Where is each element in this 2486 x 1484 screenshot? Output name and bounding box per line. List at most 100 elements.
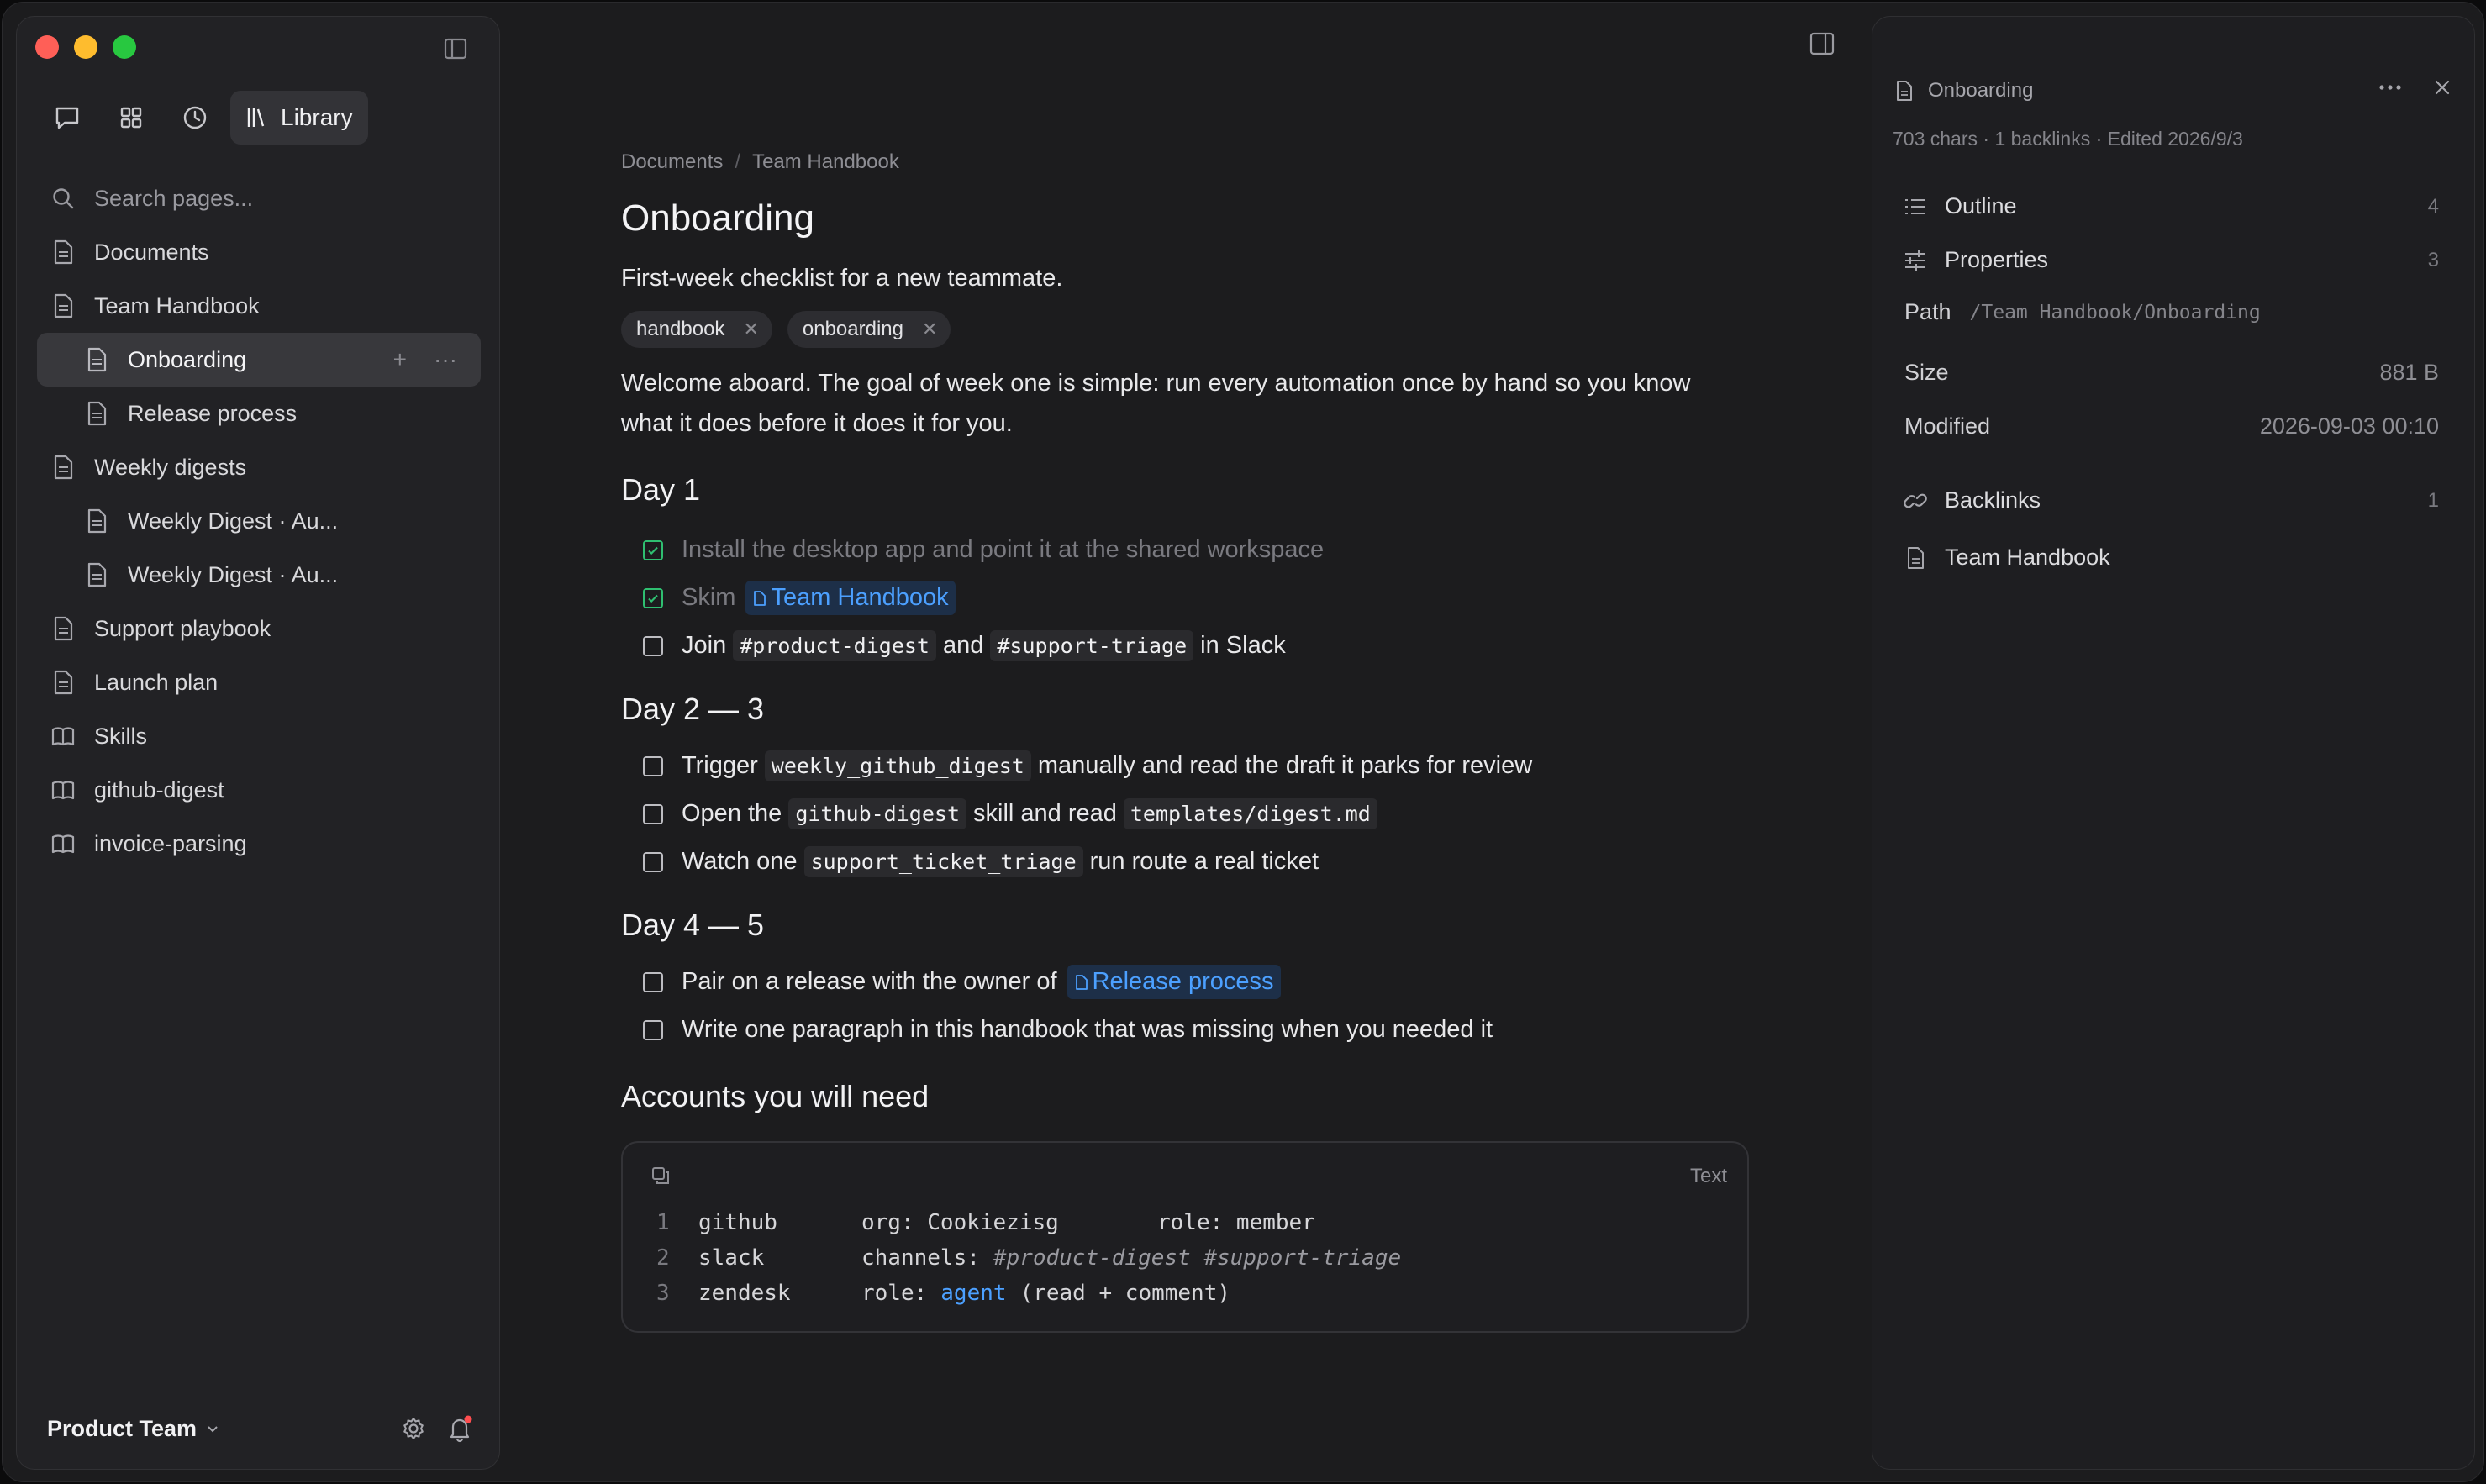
backlinks-section-header[interactable]: Backlinks 1 xyxy=(1903,487,2439,513)
history-icon[interactable] xyxy=(178,101,212,134)
sidebar-item-support-playbook[interactable]: Support playbook xyxy=(37,602,481,655)
property-value[interactable]: /Team Handbook/Onboarding xyxy=(1970,302,2261,324)
sidebar-item-weekly-digest-2[interactable]: Weekly Digest · Au... xyxy=(37,548,481,602)
intro-paragraph[interactable]: Welcome aboard. The goal of week one is … xyxy=(621,363,1705,444)
sidebar-item-label: Documents xyxy=(94,239,209,265)
properties-section-header[interactable]: Properties 3 xyxy=(1903,247,2439,273)
backlinks-label: Backlinks xyxy=(1945,487,2041,513)
task-text[interactable]: Pair on a release with the owner of xyxy=(682,968,1057,996)
minimize-window-button[interactable] xyxy=(74,35,97,59)
breadcrumb-documents[interactable]: Documents xyxy=(621,150,723,174)
document-icon xyxy=(54,455,73,480)
document-icon xyxy=(87,562,107,587)
task-text[interactable]: Open the xyxy=(682,800,782,828)
copy-icon[interactable] xyxy=(650,1165,672,1187)
code-block[interactable]: Text 1 github org: Cookiezisg role: memb… xyxy=(621,1141,1749,1333)
sidebar-item-release-process[interactable]: Release process xyxy=(37,387,481,440)
sidebar-toggle-icon[interactable] xyxy=(444,37,467,61)
task-text[interactable]: skill and read xyxy=(973,800,1117,828)
page-title[interactable]: Onboarding xyxy=(621,197,1747,239)
add-subpage-button[interactable]: + xyxy=(393,346,407,373)
sidebar-item-label: Release process xyxy=(128,400,298,426)
page-link-release-process[interactable]: Release process xyxy=(1067,965,1281,999)
sliders-icon xyxy=(1905,250,1925,271)
line-number: 2 xyxy=(656,1245,670,1271)
sidebar-item-invoice-parsing[interactable]: invoice-parsing xyxy=(37,817,481,871)
heading-day-2-3[interactable]: Day 2 — 3 xyxy=(621,692,1747,727)
right-panel-toggle-icon[interactable] xyxy=(1809,31,1835,61)
gear-icon[interactable] xyxy=(400,1415,427,1442)
breadcrumb-team-handbook[interactable]: Team Handbook xyxy=(752,150,899,174)
close-icon[interactable] xyxy=(2432,77,2452,97)
checkbox-unchecked[interactable] xyxy=(643,803,663,824)
code-token: role: xyxy=(861,1281,928,1306)
heading-accounts[interactable]: Accounts you will need xyxy=(621,1079,1747,1114)
sidebar-item-weekly-digests[interactable]: Weekly digests xyxy=(37,440,481,494)
workspace-switcher[interactable]: Product Team xyxy=(47,1416,220,1442)
link-icon xyxy=(1904,493,1927,508)
task-text[interactable]: Write one paragraph in this handbook tha… xyxy=(682,1016,1493,1044)
sidebar-item-team-handbook[interactable]: Team Handbook xyxy=(37,279,481,333)
task-text[interactable]: run route a real ticket xyxy=(1090,848,1319,876)
tag-list: handbook ✕ onboarding ✕ xyxy=(621,311,1747,348)
library-button[interactable]: Library xyxy=(230,91,368,145)
page-description[interactable]: First-week checklist for a new teammate. xyxy=(621,265,1747,292)
backlink-item[interactable]: Team Handbook xyxy=(1903,545,2439,571)
checkbox-checked[interactable] xyxy=(643,539,663,560)
breadcrumb-separator: / xyxy=(735,150,741,173)
task-text[interactable]: Install the desktop app and point it at … xyxy=(682,536,1324,564)
code-keyword: agent xyxy=(940,1281,1007,1306)
heading-day-1[interactable]: Day 1 xyxy=(621,472,1747,508)
task-item: Open the github-digest skill and read te… xyxy=(621,790,1747,838)
more-options-button[interactable]: ··· xyxy=(434,346,457,373)
checkbox-unchecked[interactable] xyxy=(643,755,663,776)
checkbox-unchecked[interactable] xyxy=(643,971,663,992)
checkbox-unchecked[interactable] xyxy=(643,851,663,872)
checkbox-checked[interactable] xyxy=(643,587,663,608)
sidebar-item-launch-plan[interactable]: Launch plan xyxy=(37,655,481,709)
grid-icon[interactable] xyxy=(114,101,148,134)
outline-section-header[interactable]: Outline 4 xyxy=(1903,193,2439,219)
outline-count: 4 xyxy=(2427,194,2439,218)
bell-icon[interactable] xyxy=(445,1414,474,1443)
heading-day-4-5[interactable]: Day 4 — 5 xyxy=(621,908,1747,943)
info-panel: Onboarding 703 chars · 1 backlinks · Edi… xyxy=(1872,16,2475,1470)
search-pages-input[interactable]: Search pages... xyxy=(37,171,481,225)
checkbox-unchecked[interactable] xyxy=(643,635,663,656)
checkbox-unchecked[interactable] xyxy=(643,1019,663,1040)
task-item: Trigger weekly_github_digest manually an… xyxy=(621,742,1747,790)
task-text[interactable]: Watch one xyxy=(682,848,798,876)
task-text[interactable]: Trigger xyxy=(682,752,758,780)
sidebar-item-weekly-digest-1[interactable]: Weekly Digest · Au... xyxy=(37,494,481,548)
sidebar-item-documents[interactable]: Documents xyxy=(37,225,481,279)
chat-icon[interactable] xyxy=(50,101,84,134)
remove-tag-icon[interactable]: ✕ xyxy=(743,318,758,340)
document-icon xyxy=(1075,974,1088,990)
book-icon xyxy=(51,781,75,800)
sidebar-item-github-digest[interactable]: github-digest xyxy=(37,763,481,817)
page-link-team-handbook[interactable]: Team Handbook xyxy=(745,581,956,615)
task-text[interactable]: manually and read the draft it parks for… xyxy=(1038,752,1532,780)
document-icon xyxy=(54,293,73,318)
task-list-day-1: Install the desktop app and point it at … xyxy=(621,526,1747,670)
task-text[interactable]: in Slack xyxy=(1200,632,1286,660)
sidebar-item-onboarding[interactable]: Onboarding + ··· xyxy=(37,333,481,387)
outline-list-icon xyxy=(1905,198,1925,214)
sidebar-item-skills[interactable]: Skills xyxy=(37,709,481,763)
document-icon xyxy=(1897,81,1912,101)
sidebar: Library Search pages... Documents Team H… xyxy=(16,16,500,1470)
code-token: org: Cookiezisg xyxy=(861,1210,1059,1235)
task-text[interactable]: and xyxy=(943,632,983,660)
panel-header: Onboarding xyxy=(1894,79,2033,103)
close-window-button[interactable] xyxy=(35,35,59,59)
sidebar-item-label: invoice-parsing xyxy=(94,830,247,856)
code-language-label[interactable]: Text xyxy=(1690,1165,1727,1188)
more-horizontal-icon[interactable] xyxy=(2378,84,2402,91)
properties-count: 3 xyxy=(2427,248,2439,271)
task-text[interactable]: Skim xyxy=(682,584,735,612)
remove-tag-icon[interactable]: ✕ xyxy=(922,318,937,340)
zoom-window-button[interactable] xyxy=(113,35,136,59)
task-text[interactable]: Join xyxy=(682,632,726,660)
tag-chip[interactable]: handbook ✕ xyxy=(621,311,772,348)
tag-chip[interactable]: onboarding ✕ xyxy=(787,311,951,348)
